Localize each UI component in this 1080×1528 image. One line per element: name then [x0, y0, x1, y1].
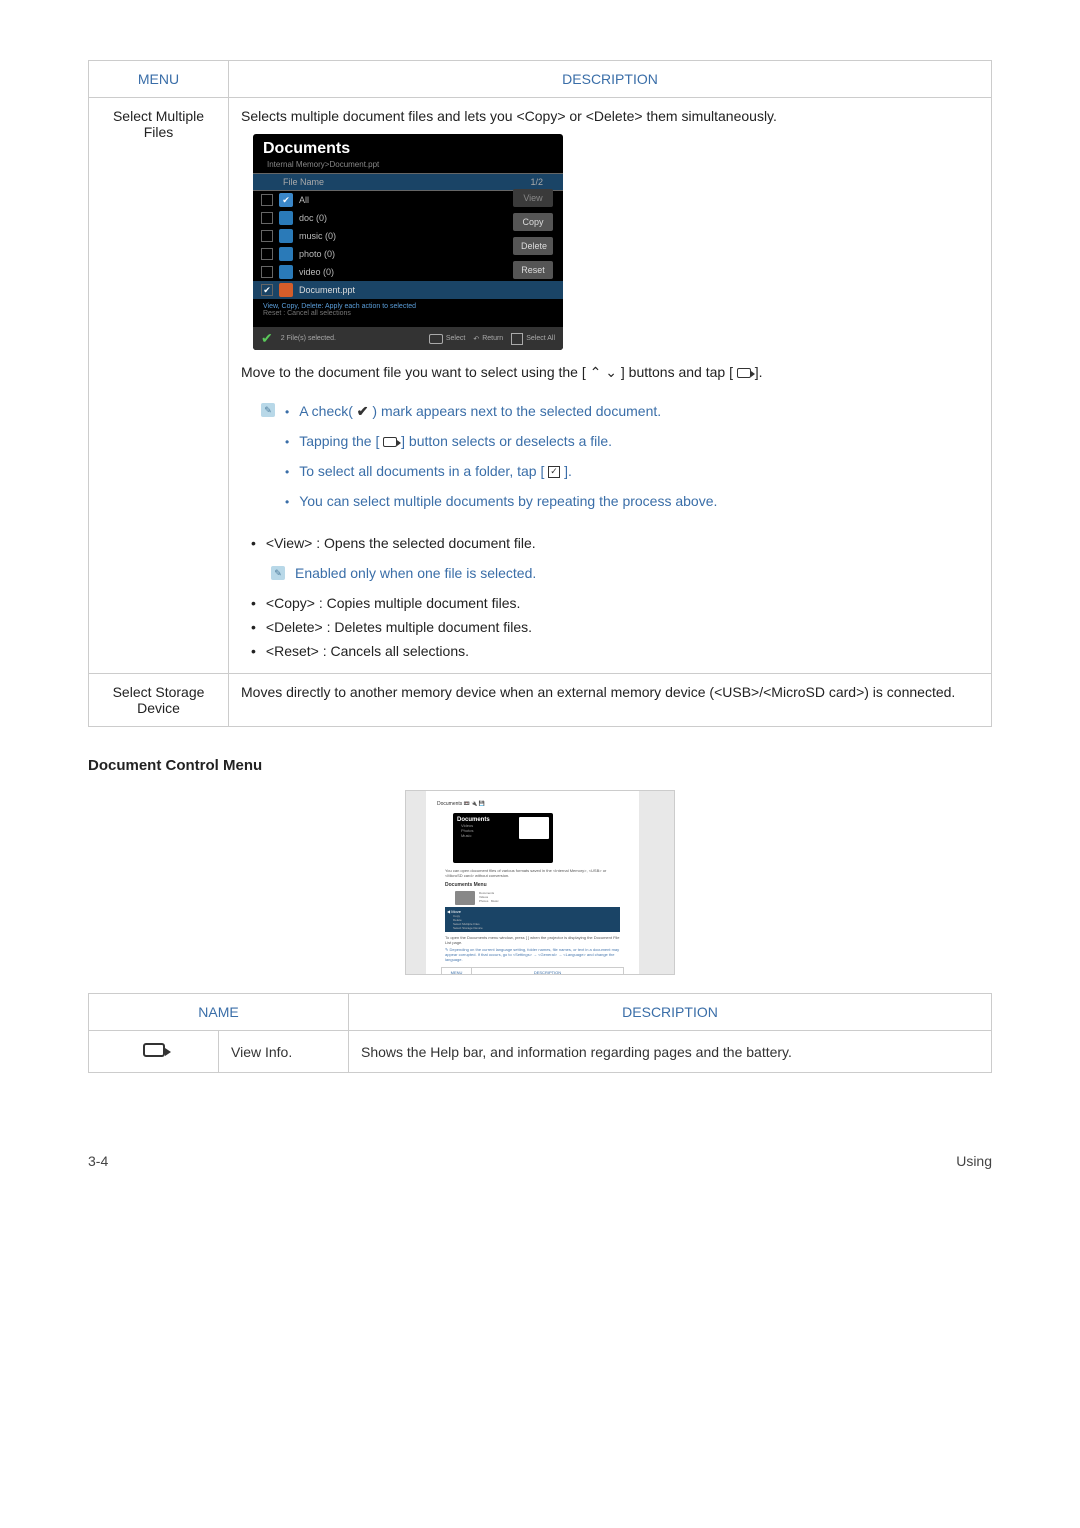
- row-select-multiple-menu: Select Multiple Files: [89, 98, 229, 674]
- action-reset: <Reset> : Cancels all selections.: [251, 639, 979, 663]
- note-tap-select: Tapping the [ ] button selects or desele…: [299, 433, 612, 449]
- ss-breadcrumb: Internal Memory>Document.ppt: [253, 160, 563, 173]
- section-label: Using: [956, 1153, 992, 1169]
- row-icon-cell: [89, 1031, 219, 1073]
- note-icon: [271, 566, 285, 580]
- check-icon: [357, 403, 369, 419]
- ss-reset-button: Reset: [513, 261, 553, 279]
- select-icon: [143, 1043, 165, 1057]
- ss-footer-select: Select: [446, 335, 465, 342]
- menu-description-table: MENU DESCRIPTION Select Multiple Files S…: [88, 60, 992, 727]
- select-icon: [383, 437, 397, 447]
- ss-footer-return: Return: [482, 335, 503, 342]
- ss-delete-button: Delete: [513, 237, 553, 255]
- action-copy: <Copy> : Copies multiple document files.: [251, 591, 979, 615]
- intro-text: Selects multiple document files and lets…: [241, 108, 979, 124]
- col-name-header: NAME: [89, 994, 349, 1031]
- note-select-all: To select all documents in a folder, tap…: [299, 463, 572, 479]
- action-delete: <Delete> : Deletes multiple document fil…: [251, 615, 979, 639]
- ss-item-doc: doc (0): [299, 213, 327, 223]
- col-desc-header: DESCRIPTION: [229, 61, 992, 98]
- section-heading: Document Control Menu: [88, 727, 992, 786]
- name-description-table: NAME DESCRIPTION View Info. Shows the He…: [88, 993, 992, 1073]
- documents-screenshot: Documents Internal Memory>Document.ppt F…: [253, 134, 563, 350]
- note-repeat: You can select multiple documents by rep…: [299, 493, 717, 509]
- ss-page-indicator: 1/2: [530, 177, 553, 187]
- note-check-mark: A check( ) mark appears next to the sele…: [299, 403, 661, 420]
- ss-item-all: All: [299, 195, 309, 205]
- ss-footer-selectall: Select All: [526, 335, 555, 342]
- ss-col-header: File Name: [283, 177, 324, 187]
- row-storage-menu: Select Storage Device: [89, 674, 229, 727]
- ss-hint2: Reset : Cancel all selections: [253, 310, 563, 321]
- view-enabled-note: Enabled only when one file is selected.: [295, 565, 536, 581]
- ss-view-button: View: [513, 189, 553, 207]
- select-icon: [737, 368, 751, 378]
- row-storage-desc: Moves directly to another memory device …: [229, 674, 992, 727]
- ss-hint1: View, Copy, Delete: Apply each action to…: [253, 299, 563, 310]
- ss-item-photo: photo (0): [299, 249, 335, 259]
- instruction-text: Move to the document file you want to se…: [241, 360, 979, 391]
- page-number: 3-4: [88, 1153, 108, 1169]
- ss-footer-selected: 2 File(s) selected.: [281, 335, 336, 342]
- col-menu-header: MENU: [89, 61, 229, 98]
- ss-item-file: Document.ppt: [299, 285, 355, 295]
- doc-control-thumbnail: Documents 📼 🔌 💾 Documents Videos Photos …: [405, 790, 675, 975]
- row-select-multiple-desc: Selects multiple document files and lets…: [229, 98, 992, 674]
- col-desc-header2: DESCRIPTION: [349, 994, 992, 1031]
- note-icon: [261, 403, 275, 417]
- ss-item-video: video (0): [299, 267, 334, 277]
- action-view: <View> : Opens the selected document fil…: [251, 531, 979, 555]
- row-desc-cell: Shows the Help bar, and information rega…: [349, 1031, 992, 1073]
- ss-item-music: music (0): [299, 231, 336, 241]
- row-name-cell: View Info.: [219, 1031, 349, 1073]
- ss-copy-button: Copy: [513, 213, 553, 231]
- selectall-icon: [548, 466, 560, 478]
- ss-title: Documents: [263, 140, 350, 158]
